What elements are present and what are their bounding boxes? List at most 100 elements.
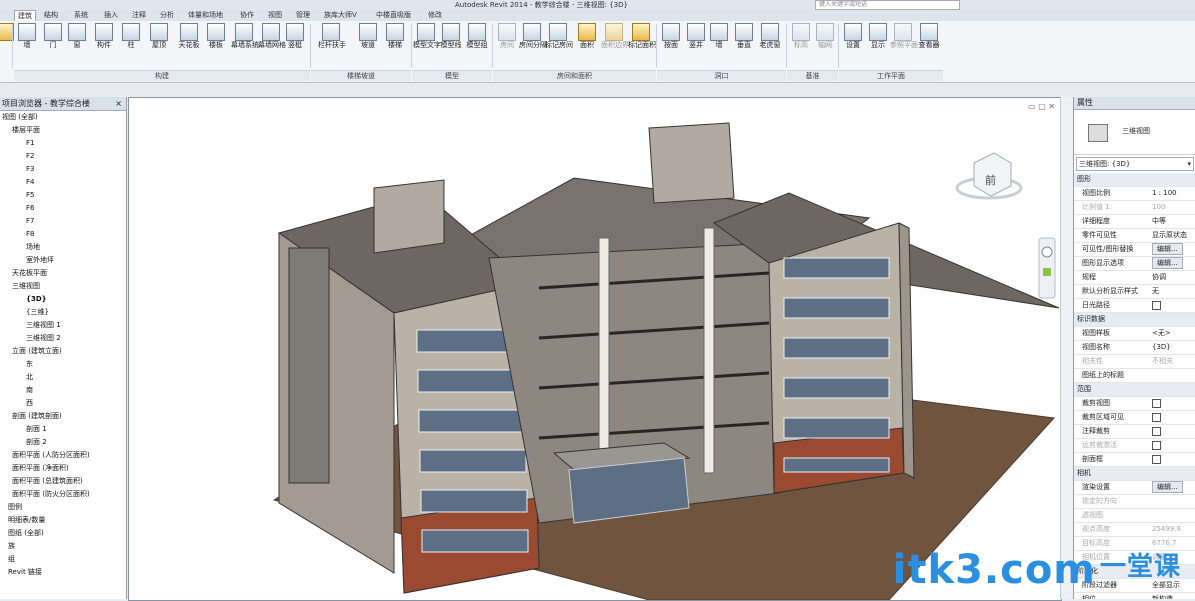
tree-item[interactable]: 组 <box>8 555 15 564</box>
tree-item[interactable]: F3 <box>26 165 34 174</box>
property-value[interactable]: 编辑... <box>1152 481 1195 494</box>
tree-item[interactable]: 族 <box>8 542 15 551</box>
tree-item[interactable]: F2 <box>26 152 34 161</box>
edit-button[interactable]: 编辑... <box>1152 243 1183 255</box>
tab-family-library[interactable]: 族库大师V <box>324 10 357 21</box>
tree-item[interactable]: {三维} <box>26 308 49 317</box>
property-category[interactable]: 标识数据 <box>1074 313 1195 327</box>
property-value[interactable]: 编辑... <box>1152 243 1195 256</box>
property-value[interactable]: 100 <box>1152 201 1195 214</box>
tree-item[interactable]: 东 <box>26 360 33 369</box>
property-value[interactable]: 1 : 100 <box>1152 187 1195 200</box>
property-checkbox[interactable] <box>1152 426 1161 436</box>
property-value[interactable]: <无> <box>1152 327 1195 340</box>
tool-room-separator[interactable]: 房间分隔 <box>519 23 547 50</box>
edit-button[interactable]: 编辑... <box>1152 481 1183 493</box>
tree-item[interactable]: 视图 (全部) <box>2 113 38 122</box>
search-input[interactable]: 键入关键字或短语 <box>815 0 960 10</box>
tree-item[interactable]: 三维视图 <box>12 282 40 291</box>
view-type-selector[interactable]: 三维视图: {3D} ▾ <box>1076 157 1194 171</box>
property-value[interactable] <box>1152 453 1195 466</box>
viewport-scrollbar[interactable] <box>1060 97 1073 599</box>
tab-insert[interactable]: 插入 <box>104 10 118 21</box>
tool-area[interactable]: 面积 <box>574 23 600 50</box>
tool-mullion[interactable]: 竖梃 <box>282 23 308 50</box>
tab-plugin[interactable]: 中楼直吸版 <box>376 10 411 21</box>
tool-window[interactable]: 窗 <box>64 23 90 50</box>
property-value[interactable] <box>1152 299 1195 312</box>
tool-level[interactable]: 标高 <box>788 23 814 50</box>
tool-opening-by-face[interactable]: 按面 <box>658 23 684 50</box>
property-checkbox[interactable] <box>1152 440 1161 450</box>
property-category[interactable]: 图形 <box>1074 173 1195 187</box>
tool-floor[interactable]: 楼板 <box>203 23 229 50</box>
property-value[interactable]: {3D} <box>1152 341 1195 354</box>
property-checkbox[interactable] <box>1152 300 1161 310</box>
property-category[interactable]: 范围 <box>1074 383 1195 397</box>
tree-item[interactable]: 图纸 (全部) <box>8 529 44 538</box>
tree-item-active[interactable]: {3D} <box>26 295 47 304</box>
property-value[interactable]: 编辑... <box>1152 257 1195 270</box>
property-checkbox[interactable] <box>1152 454 1161 464</box>
property-value[interactable]: 协调 <box>1152 271 1195 284</box>
tool-roof[interactable]: 屋顶 <box>146 23 172 50</box>
tool-model-line[interactable]: 模型线 <box>438 23 464 50</box>
tree-item[interactable]: F7 <box>26 217 34 226</box>
tree-item[interactable]: F1 <box>26 139 34 148</box>
tree-item[interactable]: 面积平面 (人防分区面积) <box>12 451 90 460</box>
property-checkbox[interactable] <box>1152 412 1161 422</box>
tree-item[interactable]: 剖面 1 <box>26 425 47 434</box>
tab-collaborate[interactable]: 协作 <box>240 10 254 21</box>
property-value[interactable]: 显示原状态 <box>1152 229 1195 242</box>
property-value[interactable]: 新构造 <box>1152 593 1195 599</box>
tool-model-group[interactable]: 模型组 <box>464 23 490 50</box>
property-value[interactable] <box>1152 439 1195 452</box>
property-value[interactable] <box>1152 397 1195 410</box>
close-icon[interactable]: × <box>115 97 122 110</box>
3d-viewport[interactable]: ▭ ▢ ✕ 前 <box>128 97 1062 601</box>
tab-analyze[interactable]: 分析 <box>160 10 174 21</box>
tab-annotate[interactable]: 注释 <box>132 10 146 21</box>
tab-view[interactable]: 视图 <box>268 10 282 21</box>
tab-structure[interactable]: 结构 <box>44 10 58 21</box>
tool-ceiling[interactable]: 天花板 <box>176 23 202 50</box>
tool-room[interactable]: 房间 <box>494 23 520 50</box>
property-value[interactable] <box>1152 425 1195 438</box>
tool-vertical[interactable]: 垂直 <box>731 23 757 50</box>
tab-massing-site[interactable]: 体量和场地 <box>188 10 223 21</box>
tree-item[interactable]: 西 <box>26 399 33 408</box>
tree-item[interactable]: Revit 链接 <box>8 568 42 577</box>
tool-ramp[interactable]: 坡道 <box>355 23 381 50</box>
tree-item[interactable]: 明细表/数量 <box>8 516 45 525</box>
tool-wall[interactable]: 墙 <box>14 23 40 50</box>
tree-item[interactable]: 南 <box>26 386 33 395</box>
tool-dormer[interactable]: 老虎窗 <box>757 23 783 50</box>
tree-item[interactable]: 图例 <box>8 503 22 512</box>
property-value[interactable]: 25499.8 <box>1152 523 1195 536</box>
tree-item[interactable]: 三维视图 2 <box>26 334 61 343</box>
tree-item[interactable]: 面积平面 (净面积) <box>12 464 69 473</box>
tree-item[interactable]: F6 <box>26 204 34 213</box>
tool-grid[interactable]: 轴网 <box>812 23 838 50</box>
tab-manage[interactable]: 管理 <box>296 10 310 21</box>
tree-item[interactable]: 剖面 2 <box>26 438 47 447</box>
property-value[interactable]: 中等 <box>1152 215 1195 228</box>
tree-item[interactable]: 天花板平面 <box>12 269 47 278</box>
tool-stair[interactable]: 楼梯 <box>382 23 408 50</box>
tree-item[interactable]: 室外地坪 <box>26 256 54 265</box>
edit-button[interactable]: 编辑... <box>1152 257 1183 269</box>
tab-modify[interactable]: 修改 <box>428 10 442 21</box>
tool-model-text[interactable]: 模型文字 <box>413 23 441 50</box>
tool-tag-area[interactable]: 标记面积 <box>628 23 656 50</box>
tab-systems[interactable]: 系统 <box>74 10 88 21</box>
tool-area-boundary[interactable]: 面积边界 <box>601 23 629 50</box>
tree-item[interactable]: 楼层平面 <box>12 126 40 135</box>
tool-show[interactable]: 显示 <box>865 23 891 50</box>
tree-item[interactable]: 北 <box>26 373 33 382</box>
tree-item[interactable]: 立面 (建筑立面) <box>12 347 62 356</box>
tree-item[interactable]: 面积平面 (防火分区面积) <box>12 490 90 499</box>
tool-wall-opening[interactable]: 墙 <box>706 23 732 50</box>
tool-curtain-system[interactable]: 幕墙系统 <box>231 23 259 50</box>
tree-item[interactable]: 剖面 (建筑剖面) <box>12 412 62 421</box>
tool-component[interactable]: 构件 <box>91 23 117 50</box>
